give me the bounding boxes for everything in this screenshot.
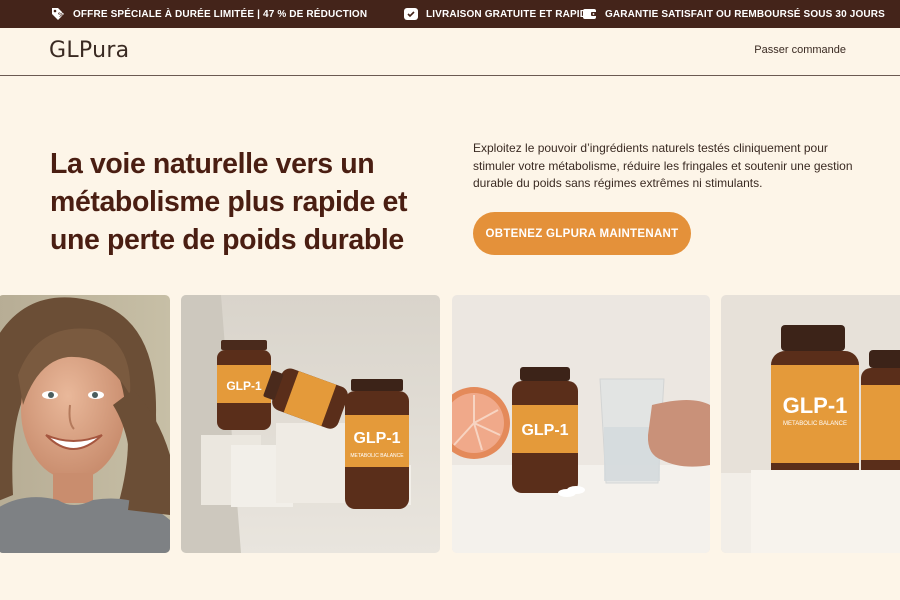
site-logo[interactable]: GLPura (49, 38, 129, 63)
label-text: GLP-1 (353, 430, 400, 447)
gallery-image-bottles-podium: GLP-1 GLP-1 METABOLIC BALANCE (181, 295, 440, 553)
hero-description: Exploitez le pouvoir d’ingrédients natur… (473, 141, 853, 190)
hero-title: La voie naturelle vers un métabolisme pl… (50, 148, 408, 256)
guarantee-icon (582, 6, 598, 22)
label-text: GLP-1 (521, 422, 568, 439)
label-subtext: METABOLIC BALANCE (783, 421, 847, 427)
delivery-icon (403, 6, 419, 22)
promo-offer-text: OFFRE SPÉCIALE À DURÉE LIMITÉE | 47 % DE… (73, 8, 368, 20)
gallery-image-bottle-grapefruit: GLP-1 (452, 295, 710, 553)
promo-item-guarantee: GARANTIE SATISFAIT OU REMBOURSÉ SOUS 30 … (582, 0, 885, 28)
promo-item-delivery: LIVRAISON GRATUITE ET RAPIDE (403, 0, 594, 28)
gallery-image-bottles-closeup: GLP-1 METABOLIC BALANCE (721, 295, 900, 553)
get-glpura-button[interactable]: OBTENEZ GLPURA MAINTENANT (473, 212, 691, 255)
site-header: GLPura Passer commande (0, 28, 900, 76)
promo-bar: % OFFRE SPÉCIALE À DURÉE LIMITÉE | 47 % … (0, 0, 900, 28)
label-text: GLP-1 (226, 379, 262, 393)
promo-guarantee-text: GARANTIE SATISFAIT OU REMBOURSÉ SOUS 30 … (605, 8, 885, 20)
order-link[interactable]: Passer commande (754, 44, 846, 56)
tag-icon: % (50, 6, 66, 22)
gallery-image-woman (0, 295, 170, 553)
promo-delivery-text: LIVRAISON GRATUITE ET RAPIDE (426, 8, 594, 20)
promo-item-offer: % OFFRE SPÉCIALE À DURÉE LIMITÉE | 47 % … (50, 0, 367, 28)
label-subtext: METABOLIC BALANCE (350, 453, 404, 459)
svg-text:%: % (58, 12, 64, 19)
label-text: GLP-1 (783, 393, 848, 418)
